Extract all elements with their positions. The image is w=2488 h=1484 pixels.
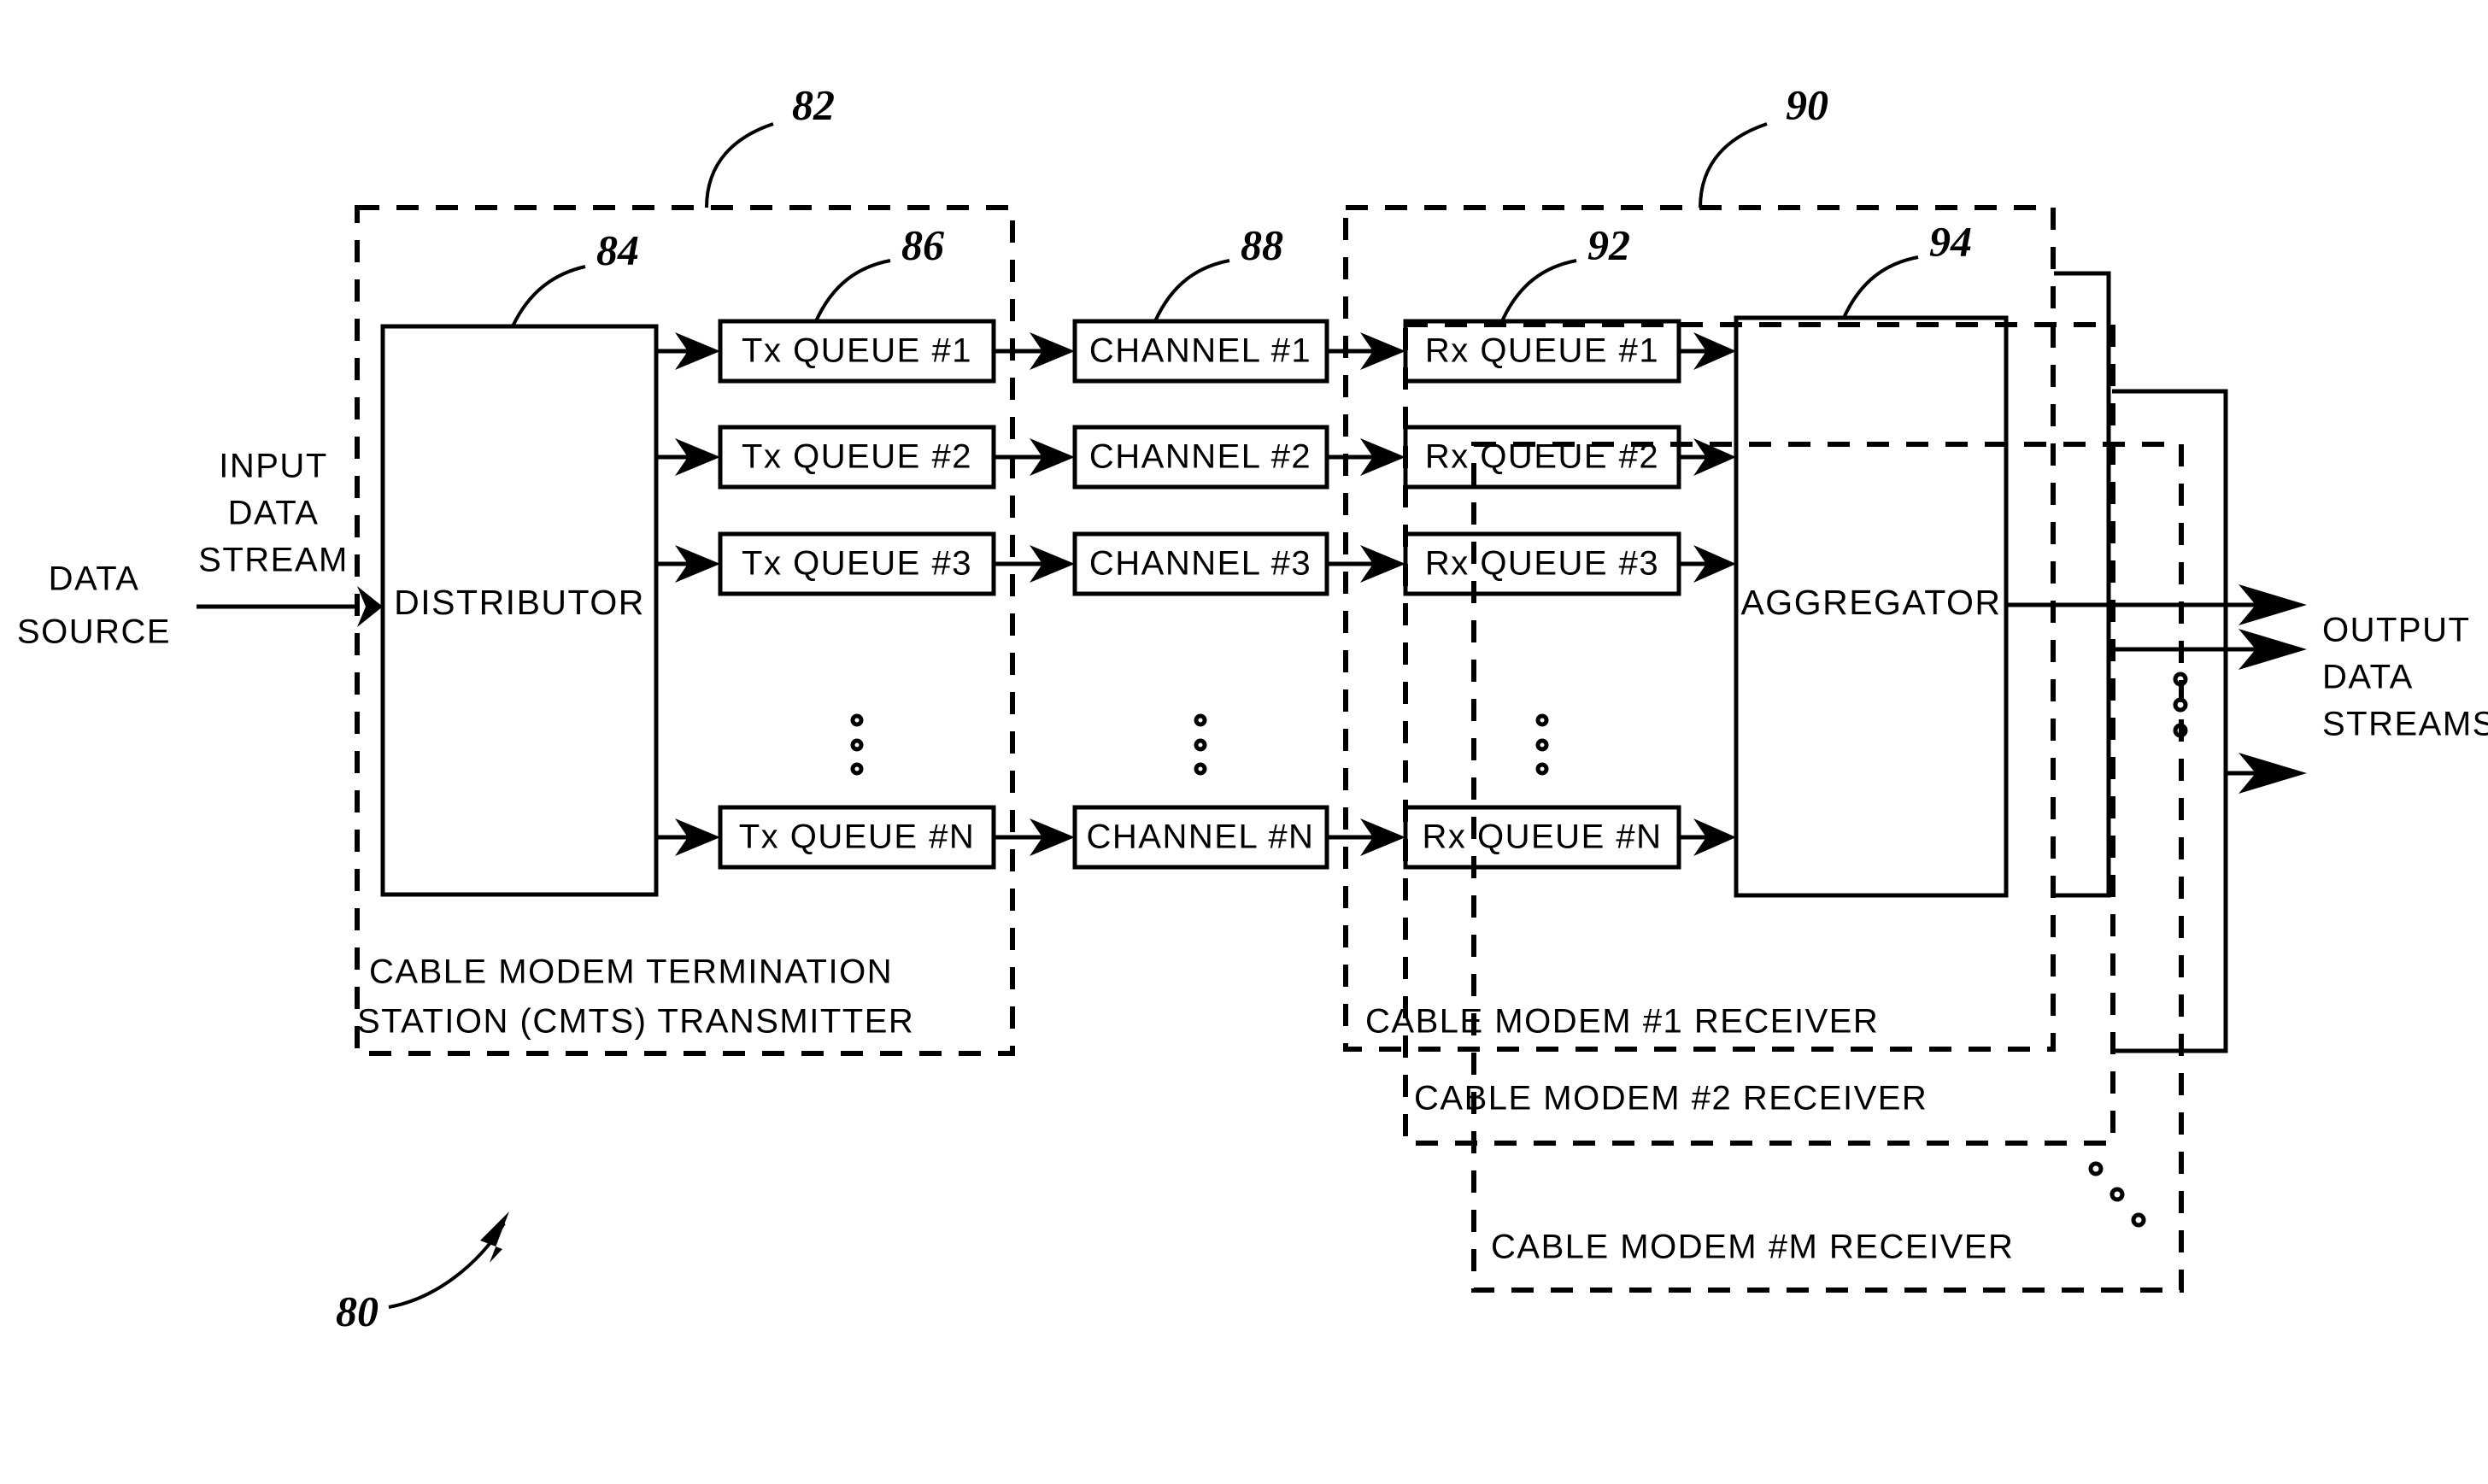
channel-n-label: CHANNEL #N bbox=[1087, 818, 1315, 856]
output-stream-line1: OUTPUT bbox=[2322, 612, 2470, 649]
cmts-caption-line1: CABLE MODEM TERMINATION bbox=[369, 953, 893, 991]
output-stream-line3: STREAMS bbox=[2322, 706, 2488, 743]
ref-90: 90 bbox=[1786, 80, 1828, 128]
cmts-caption-line2: STATION (CMTS) TRANSMITTER bbox=[357, 1003, 914, 1041]
ref-90-leader bbox=[1699, 122, 1768, 208]
output-stream-line2: DATA bbox=[2322, 659, 2414, 696]
ref-84: 84 bbox=[596, 226, 639, 273]
input-stream-line2: DATA bbox=[228, 495, 320, 532]
rx-queue-3-label: Rx QUEUE #3 bbox=[1425, 545, 1659, 583]
modemM-output-path bbox=[2112, 389, 2228, 1053]
cable-modem-m-caption: CABLE MODEM #M RECEIVER bbox=[1491, 1229, 2014, 1266]
ref-82: 82 bbox=[792, 80, 835, 128]
ref-94-leader bbox=[1842, 255, 1919, 319]
cable-modem-1-caption: CABLE MODEM #1 RECEIVER bbox=[1365, 1003, 1879, 1041]
rx-queue-ellipsis bbox=[1535, 713, 1549, 776]
modem2-output-path bbox=[2054, 271, 2111, 898]
ref-84-leader bbox=[511, 265, 586, 327]
ref-80: 80 bbox=[336, 1287, 378, 1334]
rx-queue-2-label: Rx QUEUE #2 bbox=[1425, 438, 1659, 476]
rx-queue-1-label: Rx QUEUE #1 bbox=[1425, 332, 1659, 370]
modem-stack-ellipsis bbox=[2088, 1161, 2146, 1228]
ref-92: 92 bbox=[1587, 220, 1630, 268]
txqueue-to-channel-arrows bbox=[994, 332, 1075, 856]
distributor-label: DISTRIBUTOR bbox=[394, 583, 645, 622]
channel-to-rxqueue-arrows bbox=[1327, 332, 1405, 856]
tx-queue-ellipsis bbox=[850, 713, 864, 776]
channel-ellipsis bbox=[1194, 713, 1207, 776]
rxqueue-to-aggregator-arrows bbox=[1679, 332, 1736, 856]
ref-92-leader bbox=[1500, 259, 1577, 322]
patent-figure-diagram: DISTRIBUTOR AGGREGATOR Tx QUEUE #1 Tx QU… bbox=[0, 0, 2488, 1484]
input-arrowhead bbox=[357, 586, 383, 627]
ref-86: 86 bbox=[901, 220, 944, 268]
input-stream-line1: INPUT bbox=[219, 448, 328, 485]
tx-queue-1-label: Tx QUEUE #1 bbox=[742, 332, 972, 370]
rx-queue-n-label: Rx QUEUE #N bbox=[1423, 818, 1663, 856]
ref-88-leader bbox=[1153, 259, 1230, 322]
data-source-line2: SOURCE bbox=[17, 613, 171, 651]
cable-modem-2-caption: CABLE MODEM #2 RECEIVER bbox=[1414, 1080, 1928, 1117]
tx-queue-2-label: Tx QUEUE #2 bbox=[742, 438, 972, 476]
tx-queue-3-label: Tx QUEUE #3 bbox=[742, 545, 972, 583]
ref-94: 94 bbox=[1929, 217, 1972, 265]
ref-82-leader bbox=[705, 122, 774, 208]
distributor-to-txqueue-arrows bbox=[656, 332, 720, 856]
aggregator-label: AGGREGATOR bbox=[1740, 583, 2001, 622]
ref-86-leader bbox=[814, 259, 891, 322]
output-ellipsis bbox=[2173, 672, 2188, 738]
tx-queue-n-label: Tx QUEUE #N bbox=[739, 818, 976, 856]
channel-3-label: CHANNEL #3 bbox=[1089, 545, 1311, 583]
ref-80-arrowhead bbox=[480, 1211, 509, 1263]
channel-2-label: CHANNEL #2 bbox=[1089, 438, 1311, 476]
data-source-line1: DATA bbox=[49, 560, 140, 598]
input-stream-line3: STREAM bbox=[198, 542, 349, 579]
ref-88: 88 bbox=[1241, 220, 1283, 268]
channel-1-label: CHANNEL #1 bbox=[1089, 332, 1311, 370]
